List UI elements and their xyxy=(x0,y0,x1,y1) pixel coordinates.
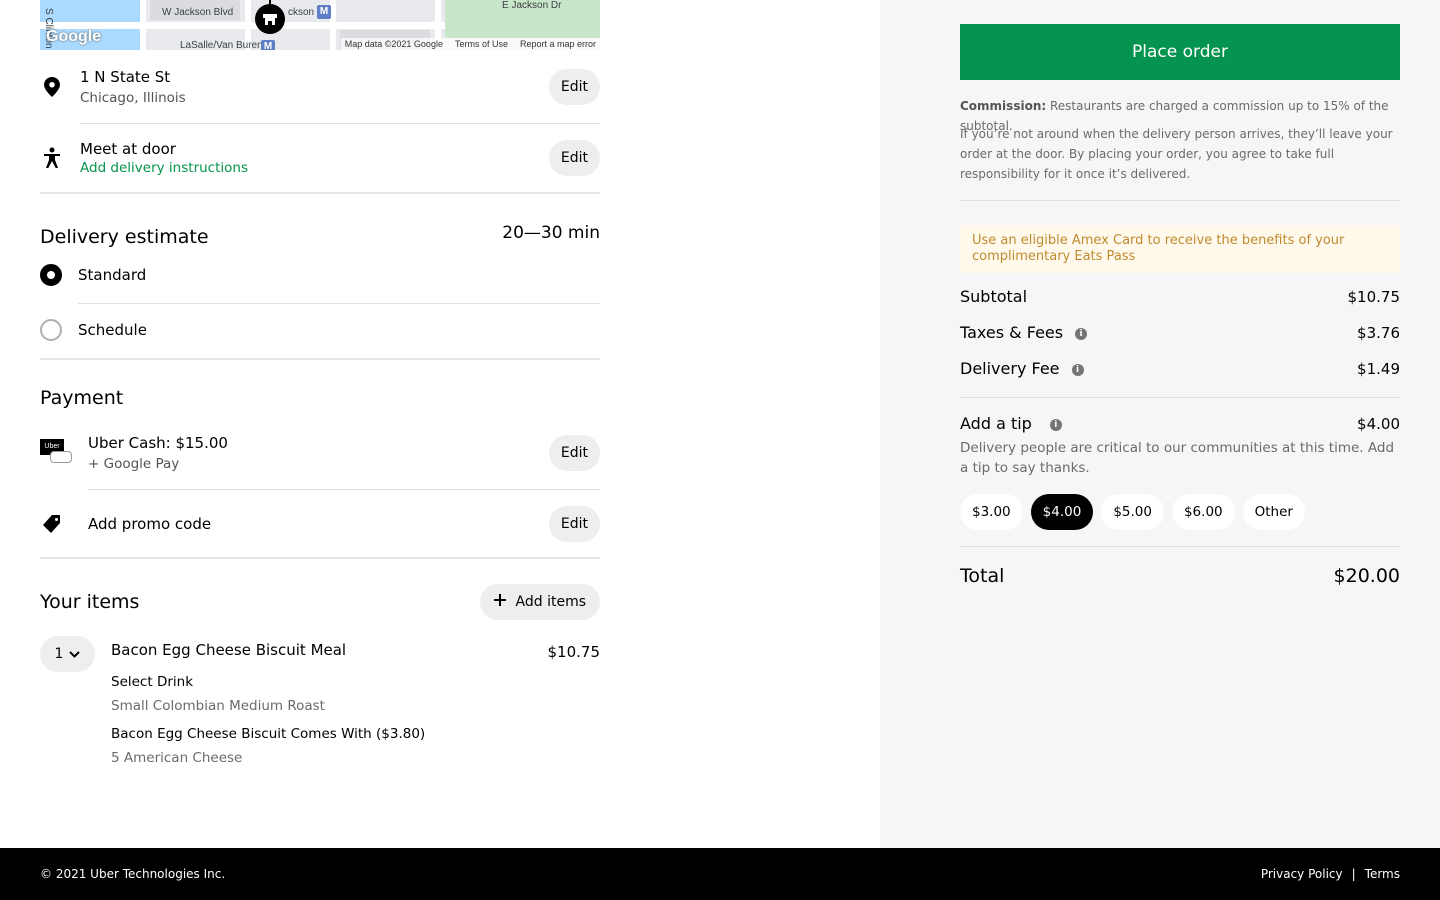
add-items-button[interactable]: Add items xyxy=(479,584,600,620)
add-items-label: Add items xyxy=(515,594,586,610)
privacy-policy-link[interactable]: Privacy Policy xyxy=(1261,867,1343,881)
uber-card-icon: Uber xyxy=(40,439,74,467)
subtotal-value: $10.75 xyxy=(1347,287,1401,306)
total-label: Total xyxy=(960,565,1005,587)
subtotal-label: Subtotal xyxy=(960,287,1028,306)
quantity-value: 1 xyxy=(54,646,64,662)
subtotal-row: Subtotal $10.75 xyxy=(960,287,1400,306)
map-street-label: E Jackson Dr xyxy=(502,0,562,11)
items-header: Your items Add items xyxy=(40,584,600,620)
items-heading: Your items xyxy=(40,591,140,613)
map-street-label: W Jackson Blvd xyxy=(162,7,234,18)
footer-separator: | xyxy=(1351,867,1356,881)
map-street-label: LaSalle/Van Buren xyxy=(180,40,263,50)
delivery-option-label: Schedule xyxy=(78,321,147,339)
edit-promo-button[interactable]: Edit xyxy=(548,506,600,542)
metro-icon: M xyxy=(317,5,331,19)
info-icon[interactable]: i xyxy=(1049,418,1062,431)
payment-method-row: Uber Uber Cash: $15.00 + Google Pay Edit xyxy=(40,428,600,478)
tip-label: Add a tip xyxy=(960,414,1032,433)
person-icon xyxy=(40,147,64,169)
item-option-group: Select Drink xyxy=(111,674,194,690)
copyright: © 2021 Uber Technologies Inc. xyxy=(40,867,226,881)
order-summary-panel: Place order Commission: Restaurants are … xyxy=(880,0,1440,848)
terms-link[interactable]: Terms xyxy=(1365,867,1400,881)
map-report-link[interactable]: Report a map error xyxy=(520,39,596,49)
address-line2: Chicago, Illinois xyxy=(80,90,186,106)
total-row: Total $20.00 xyxy=(960,565,1400,587)
edit-payment-button[interactable]: Edit xyxy=(548,435,600,471)
location-pin-icon xyxy=(40,77,64,97)
taxes-row: Taxes & Fees i $3.76 xyxy=(960,323,1400,342)
taxes-value: $3.76 xyxy=(1357,323,1400,342)
total-value: $20.00 xyxy=(1333,565,1400,587)
delivery-fee-value: $1.49 xyxy=(1357,359,1400,378)
address-line1: 1 N State St xyxy=(80,68,171,86)
edit-dropoff-button[interactable]: Edit xyxy=(548,140,600,176)
tag-icon xyxy=(40,514,64,534)
tip-row: Add a tip i $4.00 xyxy=(960,414,1400,433)
info-icon[interactable]: i xyxy=(1075,327,1088,340)
tip-option-button[interactable]: $6.00 xyxy=(1171,494,1235,530)
delivery-estimate-time: 20—30 min xyxy=(502,223,600,243)
payment-method-title: Uber Cash: $15.00 xyxy=(88,434,228,452)
delivery-option-label: Standard xyxy=(78,266,147,284)
item-option-choice: 5 American Cheese xyxy=(111,750,243,766)
item-name[interactable]: Bacon Egg Cheese Biscuit Meal xyxy=(111,641,346,659)
delivery-map[interactable]: W Jackson Blvd ckson E Jackson Dr S Clin… xyxy=(40,0,600,50)
delivery-fee-row: Delivery Fee i $1.49 xyxy=(960,359,1400,378)
plus-icon xyxy=(493,594,506,610)
map-terms-link[interactable]: Terms of Use xyxy=(455,39,508,49)
dropoff-title: Meet at door xyxy=(80,140,176,158)
delivery-option-standard[interactable]: Standard xyxy=(40,264,600,286)
map-attribution: Map data ©2021 Google Terms of Use Repor… xyxy=(340,38,600,50)
google-logo: Google xyxy=(46,28,102,45)
address-row: 1 N State St Chicago, Illinois Edit xyxy=(40,62,600,112)
quantity-select[interactable]: 1 xyxy=(40,636,95,672)
add-instructions-link[interactable]: Add delivery instructions xyxy=(80,160,549,176)
place-order-button[interactable]: Place order xyxy=(960,24,1400,80)
metro-icon: M xyxy=(261,40,275,50)
delivery-fee-label: Delivery Fee xyxy=(960,359,1060,378)
delivery-estimate-header: Delivery estimate 20—30 min xyxy=(40,218,600,248)
chevron-down-icon xyxy=(69,646,81,662)
tip-option-button[interactable]: $4.00 xyxy=(1030,494,1094,530)
payment-method-sub: + Google Pay xyxy=(88,456,180,472)
item-option-choice: Small Colombian Medium Roast xyxy=(111,698,325,714)
map-street-label: ckson xyxy=(288,7,315,18)
radio-selected-icon[interactable] xyxy=(40,264,62,286)
tip-note: Delivery people are critical to our comm… xyxy=(960,440,1395,476)
radio-unselected-icon[interactable] xyxy=(40,319,62,341)
tip-option-button[interactable]: Other xyxy=(1242,494,1305,530)
edit-address-button[interactable]: Edit xyxy=(548,69,600,105)
amex-promo-banner[interactable]: Use an eligible Amex Card to receive the… xyxy=(960,225,1400,273)
tip-option-button[interactable]: $3.00 xyxy=(960,494,1023,530)
restaurant-pin-icon xyxy=(255,0,285,34)
info-icon[interactable]: i xyxy=(1071,363,1084,376)
delivery-estimate-heading: Delivery estimate xyxy=(40,226,209,248)
item-price: $10.75 xyxy=(547,643,601,661)
payment-heading: Payment xyxy=(40,387,124,409)
delivery-option-schedule[interactable]: Schedule xyxy=(40,319,600,341)
promo-row: Add promo code Edit xyxy=(40,505,600,543)
item-option-group: Bacon Egg Cheese Biscuit Comes With ($3.… xyxy=(111,726,426,742)
checkout-details: W Jackson Blvd ckson E Jackson Dr S Clin… xyxy=(40,0,600,766)
tip-value: $4.00 xyxy=(1357,414,1400,433)
footer: © 2021 Uber Technologies Inc. Privacy Po… xyxy=(0,848,1440,900)
taxes-label: Taxes & Fees xyxy=(960,323,1064,342)
tip-options: $3.00 $4.00 $5.00 $6.00 Other xyxy=(960,494,1305,530)
promo-label[interactable]: Add promo code xyxy=(88,515,549,533)
dropoff-row: Meet at door Add delivery instructions E… xyxy=(40,133,600,183)
tip-option-button[interactable]: $5.00 xyxy=(1101,494,1164,530)
delivery-disclaimer: If you’re not around when the delivery p… xyxy=(960,127,1393,181)
